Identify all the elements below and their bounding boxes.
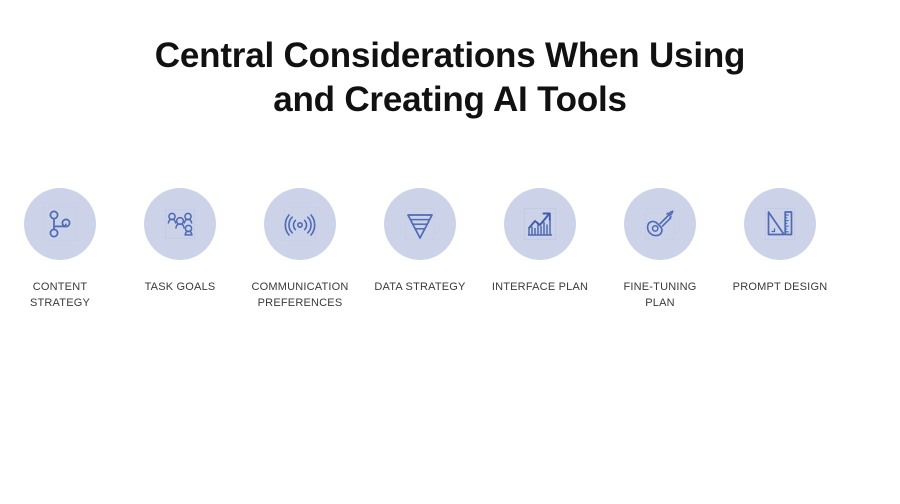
item-label: COMMUNICATION PREFERENCES	[251, 281, 349, 309]
item-label: CONTENT STRATEGY	[29, 281, 91, 309]
ruler-set-square-icon	[760, 204, 800, 244]
item-label: DATA STRATEGY	[374, 281, 466, 293]
icon-circle	[144, 188, 216, 260]
funnel-icon	[400, 204, 440, 244]
icon-circle	[384, 188, 456, 260]
icon-circle	[264, 188, 336, 260]
growth-chart-icon	[520, 204, 560, 244]
item-label: FINE-TUNING PLAN	[623, 281, 697, 309]
item-data-strategy[interactable]: DATA STRATEGY	[360, 188, 480, 295]
signal-waves-icon	[280, 204, 320, 244]
item-fine-tuning-plan[interactable]: FINE-TUNING PLAN	[600, 188, 720, 311]
item-label: PROMPT DESIGN	[732, 281, 828, 293]
node-graph-icon	[40, 204, 80, 244]
people-group-icon	[160, 204, 200, 244]
icon-item-row: CONTENT STRATEGY TASK GOALS COMMUNICATIO…	[0, 188, 900, 311]
item-label: INTERFACE PLAN	[491, 281, 589, 293]
page-title: Central Considerations When Using and Cr…	[154, 36, 746, 119]
item-content-strategy[interactable]: CONTENT STRATEGY	[0, 188, 120, 311]
item-interface-plan[interactable]: INTERFACE PLAN	[480, 188, 600, 295]
icon-circle	[744, 188, 816, 260]
item-task-goals[interactable]: TASK GOALS	[120, 188, 240, 295]
item-label: TASK GOALS	[144, 281, 216, 293]
item-communication-preferences[interactable]: COMMUNICATION PREFERENCES	[240, 188, 360, 311]
item-prompt-design[interactable]: PROMPT DESIGN	[720, 188, 840, 295]
icon-circle	[504, 188, 576, 260]
icon-circle	[624, 188, 696, 260]
icon-circle	[24, 188, 96, 260]
slide-canvas: Central Considerations When Using and Cr…	[0, 0, 900, 504]
guitar-icon	[640, 204, 680, 244]
